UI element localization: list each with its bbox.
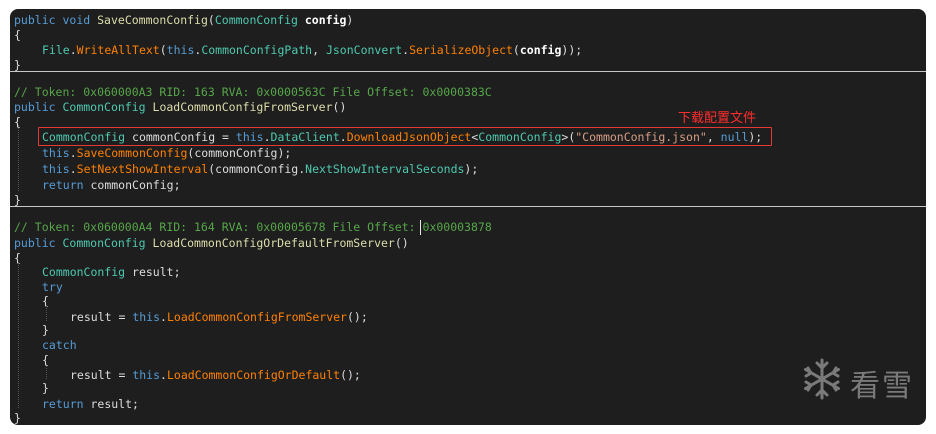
code-line: result = this.LoadCommonConfigOrDefault(… [70, 368, 361, 382]
code-line: catch [42, 337, 77, 353]
type-link[interactable]: CommonConfig [478, 130, 561, 144]
code-line: } [42, 380, 49, 396]
keyword-token: public [14, 100, 56, 114]
brace-token: } [14, 58, 21, 72]
variable-token: commonConfig [132, 130, 216, 144]
type-link[interactable]: CommonConfig [62, 236, 145, 250]
method-link[interactable]: SerializeObject [409, 43, 513, 57]
method-link[interactable]: WriteAllText [77, 43, 160, 57]
keyword-token: try [42, 280, 63, 294]
keyword-token: return [42, 178, 84, 192]
annotation-label: 下载配置文件 [678, 111, 757, 126]
keyword-token: public [14, 13, 56, 27]
keyword-token: this [132, 310, 161, 324]
type-link[interactable]: File [42, 43, 70, 57]
type-link[interactable]: CommonConfig [42, 265, 125, 279]
keyword-token: this [42, 162, 70, 176]
type-link[interactable]: CommonConfig [42, 130, 125, 144]
code-line: result = this.LoadCommonConfigFromServer… [70, 310, 368, 324]
keyword-token: this [166, 43, 195, 57]
variable-token: commonConfig [194, 146, 278, 160]
brace-token: } [14, 411, 21, 425]
code-line: public void SaveCommonConfig(CommonConfi… [14, 13, 354, 27]
method-link[interactable]: SaveCommonConfig [77, 146, 188, 160]
code-line: public CommonConfig LoadCommonConfigOrDe… [14, 236, 409, 250]
brace-token: } [42, 323, 49, 337]
code-line: this.SaveCommonConfig(commonConfig); [42, 146, 292, 160]
variable-token: commonConfig [215, 162, 299, 176]
code-viewer-panel: public void SaveCommonConfig(CommonConfi… [10, 9, 926, 425]
keyword-token: return [42, 397, 84, 411]
type-link[interactable]: CommonConfig [62, 100, 145, 114]
parameter-token: config [304, 13, 347, 27]
keyword-token: this [235, 130, 264, 144]
method-link[interactable]: LoadCommonConfigFromServer [167, 310, 347, 324]
comment-token: // Token: 0x060000A3 RID: 163 RVA: 0x000… [14, 85, 492, 99]
variable-token: result [70, 368, 112, 382]
method-link[interactable]: LoadCommonConfigOrDefault [167, 368, 340, 382]
text-caret [420, 220, 421, 235]
code-line: File.WriteAllText(this.CommonConfigPath,… [42, 43, 583, 57]
code-line: CommonConfig result; [42, 265, 181, 279]
keyword-token: this [132, 368, 161, 382]
type-link[interactable]: CommonConfig [215, 13, 298, 27]
method-name-link[interactable]: LoadCommonConfigOrDefaultFromServer [153, 236, 395, 250]
keyword-token: catch [42, 338, 77, 352]
keyword-token: this [42, 146, 70, 160]
method-link[interactable]: DownloadJsonObject [347, 130, 472, 144]
block-separator [10, 206, 926, 207]
brace-token: { [14, 28, 21, 42]
indent-guide [18, 262, 19, 408]
comment-token: 0x00003878 [422, 220, 492, 234]
method-link[interactable]: SetNextShowInterval [77, 162, 209, 176]
property-link[interactable]: NextShowIntervalSeconds [305, 162, 464, 176]
code-line: return commonConfig; [42, 178, 181, 192]
watermark: 看雪 [800, 357, 914, 409]
variable-token: result [90, 397, 133, 411]
indent-guide [18, 125, 19, 191]
variable-token: commonConfig [90, 178, 174, 192]
keyword-token: void [62, 13, 91, 27]
variable-token: result [132, 265, 174, 279]
code-line: { [14, 27, 21, 43]
keyword-token: null [720, 130, 749, 144]
code-line: this.SetNextShowInterval(commonConfig.Ne… [42, 162, 479, 176]
property-link[interactable]: CommonConfigPath [201, 43, 312, 57]
variable-token: result [70, 310, 112, 324]
code-line: } [14, 410, 21, 425]
parameter-token: config [519, 43, 562, 57]
code-line: // Token: 0x060000A3 RID: 163 RVA: 0x000… [14, 84, 492, 100]
method-name-link[interactable]: LoadCommonConfigFromServer [153, 100, 333, 114]
keyword-token: public [14, 236, 56, 250]
comment-token: // Token: 0x060000A4 RID: 164 RVA: 0x000… [14, 220, 416, 234]
brace-token: } [42, 381, 49, 395]
property-link[interactable]: DataClient [271, 130, 340, 144]
code-line: public CommonConfig LoadCommonConfigFrom… [14, 100, 347, 114]
code-line: } [42, 322, 49, 338]
block-separator [10, 71, 926, 72]
watermark-text: 看雪 [850, 369, 914, 404]
code-line: CommonConfig commonConfig = this.DataCli… [42, 130, 763, 144]
string-token: "CommonConfig.json" [575, 130, 707, 144]
type-link[interactable]: JsonConvert [326, 43, 402, 57]
snowflake-icon [800, 357, 844, 409]
code-line: return result; [42, 397, 139, 411]
indent-guide [46, 364, 47, 379]
method-name-link[interactable]: SaveCommonConfig [97, 13, 208, 27]
indent-guide [46, 305, 47, 321]
brace-token: } [14, 193, 21, 207]
